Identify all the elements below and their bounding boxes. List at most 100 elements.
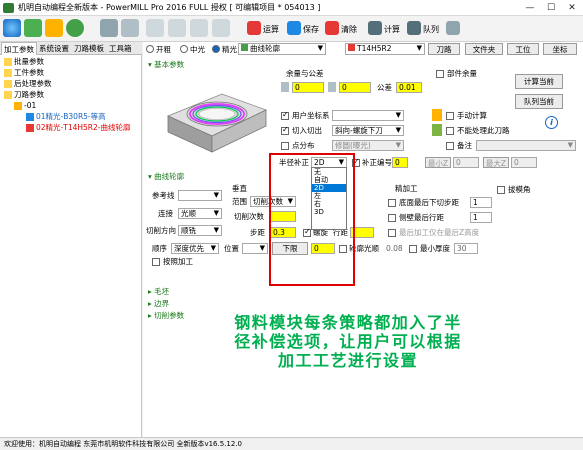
strategy-select[interactable]: 曲线轮廓 ▼	[238, 43, 326, 55]
queue-icon[interactable]	[407, 21, 421, 35]
wrench-icon[interactable]	[100, 19, 118, 37]
max-z-button[interactable]: 最大Z	[483, 157, 509, 168]
side-allow-icon	[281, 82, 289, 92]
calculate-label[interactable]: 计算	[384, 24, 400, 35]
min-z-input[interactable]: 0	[453, 157, 479, 168]
workpiece-button[interactable]: 工位	[507, 43, 539, 55]
section-edge[interactable]: ▸ 边界	[148, 298, 169, 309]
ref-line-select[interactable]: ▼	[178, 190, 222, 201]
cut-dir-select[interactable]: 顺铣 ▼	[178, 225, 222, 236]
tree-item[interactable]: 批量参数	[4, 56, 130, 67]
cut-in-select[interactable]: 斜向-螺旋下刀 ▼	[332, 125, 404, 136]
tree-item[interactable]: -01	[4, 100, 130, 111]
radio-mid[interactable]	[180, 45, 188, 53]
part-allowance-checkbox[interactable]	[436, 70, 444, 78]
section-curve[interactable]: ▾ 曲线轮廓	[148, 171, 184, 182]
section-basic[interactable]: ▾ 基本参数	[148, 59, 184, 70]
tab-system-settings[interactable]: 系统设置	[37, 42, 71, 55]
tree-item[interactable]: 刀路参数	[4, 89, 130, 100]
radio-rough-label: 开粗	[156, 45, 171, 54]
strategy-icon	[241, 44, 248, 51]
save-label[interactable]: 保存	[303, 24, 319, 35]
section-cut[interactable]: ▸ 切削参数	[148, 310, 184, 321]
user-coord-checkbox[interactable]	[281, 110, 289, 120]
manual-calc-checkbox[interactable]	[446, 112, 454, 120]
queue-label[interactable]: 队列	[423, 24, 439, 35]
settings-icon[interactable]	[446, 21, 460, 35]
queue-current-button[interactable]: 队列当前	[515, 94, 563, 109]
only-last-checkbox[interactable]	[388, 229, 396, 237]
pointer-icon[interactable]	[121, 19, 139, 37]
step-forward-icon[interactable]	[190, 19, 208, 37]
coord-button[interactable]: 坐标	[543, 43, 577, 55]
run-icon[interactable]	[247, 21, 261, 35]
tree-item[interactable]: 02精光-T14H5R2-曲线轮廓	[4, 122, 130, 133]
cut-times-label: 切削次数	[234, 212, 264, 221]
radio-rough[interactable]	[146, 45, 154, 53]
radio-finish[interactable]	[212, 45, 220, 53]
globe-icon[interactable]	[3, 19, 21, 37]
point-dist-select[interactable]: 修圆(曝光) ▼	[332, 140, 404, 151]
cut-in-checkbox[interactable]	[281, 125, 289, 135]
connect-label: 连接	[158, 209, 173, 218]
tab-machining-params[interactable]: 加工参数	[1, 42, 37, 55]
section-blank[interactable]: ▸ 毛坯	[148, 286, 169, 297]
radio-mid-label: 中光	[190, 45, 205, 54]
side-allowance-input[interactable]: 0	[292, 82, 324, 93]
calculator-icon[interactable]	[368, 21, 382, 35]
close-button[interactable]: ✕	[562, 0, 582, 16]
connect-select[interactable]: 光顺 ▼	[178, 208, 222, 219]
cube-icon[interactable]	[24, 19, 42, 37]
chamfer-checkbox[interactable]	[497, 186, 505, 194]
position-select[interactable]: ▼	[242, 243, 268, 254]
allowance-title: 余量与公差	[286, 69, 324, 78]
add-icon[interactable]	[66, 19, 84, 37]
point-dist-checkbox[interactable]	[281, 142, 289, 150]
tree-item[interactable]: 后处理参数	[4, 78, 130, 89]
max-z-input[interactable]: 0	[511, 157, 537, 168]
tolerance-input[interactable]: 0.01	[396, 82, 422, 93]
bottom-down-input[interactable]: 1	[470, 197, 492, 208]
min-thick-input[interactable]: 30	[454, 243, 478, 254]
folder-button[interactable]: 文件夹	[465, 43, 503, 55]
info-icon[interactable]: i	[545, 116, 558, 129]
side-last-checkbox[interactable]	[388, 214, 396, 222]
tab-toolbox[interactable]: 工具箱	[107, 42, 134, 55]
tolerance-label: 公差	[377, 83, 392, 92]
coord-picker-icon[interactable]	[432, 109, 442, 121]
bottom-allowance-input[interactable]: 0	[339, 82, 371, 93]
maximize-button[interactable]: ☐	[541, 0, 561, 16]
position-label: 位置	[224, 244, 239, 253]
note-select[interactable]: ▼	[476, 140, 576, 151]
tree-item[interactable]: 01精光-B30R5-等高	[4, 111, 130, 122]
no-link-checkbox[interactable]	[446, 127, 454, 135]
cut-in-picker-icon[interactable]	[432, 124, 442, 136]
side-last-input[interactable]: 1	[470, 212, 492, 223]
app-logo-icon	[3, 3, 14, 13]
toolpath-button[interactable]: 刀路	[428, 43, 460, 55]
bottom-down-checkbox[interactable]	[388, 199, 396, 207]
calc-current-button[interactable]: 计算当前	[515, 74, 563, 89]
step-back-icon[interactable]	[146, 19, 164, 37]
save-icon[interactable]	[287, 21, 301, 35]
play-icon[interactable]	[168, 19, 186, 37]
table-icon[interactable]	[45, 19, 63, 37]
title-bar: 机明自动编程全新版本 - PowerMILL Pro 2016 FULL 授权 …	[0, 0, 583, 16]
run-label[interactable]: 运算	[263, 24, 279, 35]
min-thick-checkbox[interactable]	[409, 245, 417, 253]
clear-label[interactable]: 清除	[341, 24, 357, 35]
folder-icon	[14, 102, 22, 110]
clear-icon[interactable]	[325, 21, 339, 35]
min-z-button[interactable]: 最小Z	[425, 157, 451, 168]
keep-machining-checkbox[interactable]	[152, 258, 160, 266]
tree-item[interactable]: 工件参数	[4, 67, 130, 78]
user-coord-select[interactable]: ▼	[332, 110, 404, 121]
comp-no-input[interactable]: 0	[392, 157, 408, 168]
minimize-button[interactable]: —	[520, 0, 540, 16]
tab-path-template[interactable]: 刀路模板	[72, 42, 106, 55]
tool-select[interactable]: T14H5R2 ▼	[345, 43, 425, 55]
sequence-select[interactable]: 深度优先 ▼	[171, 243, 219, 254]
stop-icon[interactable]	[212, 19, 230, 37]
note-checkbox[interactable]	[446, 142, 454, 150]
left-tabs: 加工参数 系统设置 刀路模板 工具箱	[0, 42, 142, 55]
